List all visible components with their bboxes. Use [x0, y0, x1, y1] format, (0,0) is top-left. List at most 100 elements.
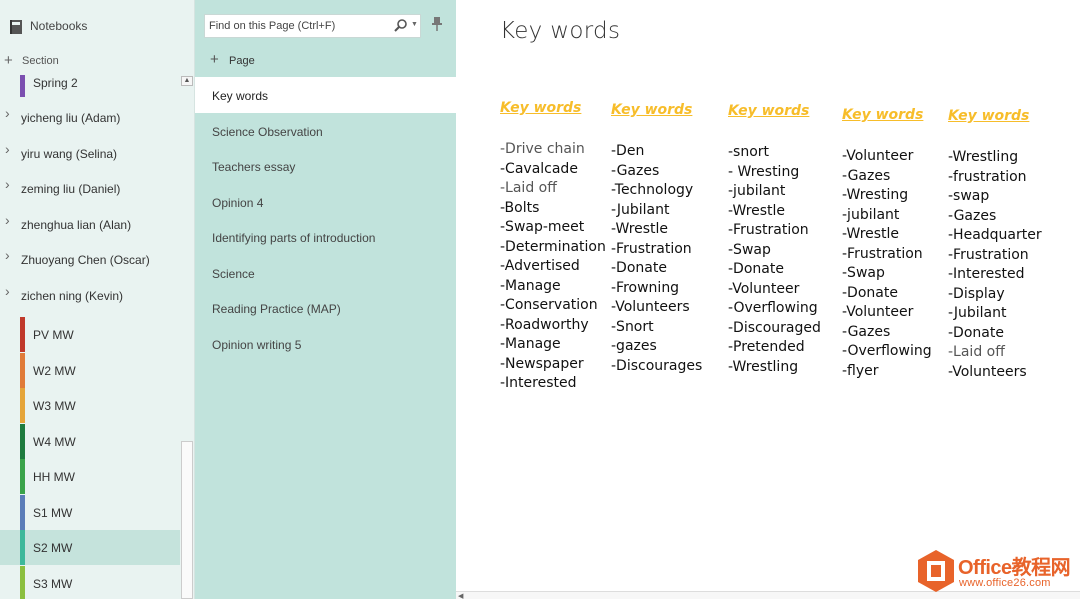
- scroll-left-arrow-icon[interactable]: ◀: [458, 592, 463, 599]
- page-item[interactable]: Identifying parts of introduction: [195, 219, 456, 255]
- chevron-right-icon[interactable]: ›: [5, 212, 10, 228]
- page-item[interactable]: Science Observation: [195, 113, 456, 149]
- chevron-right-icon[interactable]: ›: [5, 141, 10, 157]
- page-title[interactable]: Key words: [500, 18, 620, 44]
- word-item: -Interested: [500, 375, 577, 391]
- section-label: S1 MW: [33, 506, 73, 520]
- pin-icon[interactable]: [431, 16, 443, 32]
- search-input[interactable]: [209, 15, 389, 37]
- page-item-label: Opinion writing 5: [212, 337, 302, 352]
- section-color-bar: [20, 317, 25, 352]
- scroll-thumb[interactable]: [181, 441, 193, 599]
- search-icon[interactable]: [393, 18, 409, 34]
- section-tab[interactable]: W4 MW: [0, 424, 180, 459]
- word-item: -gazes: [611, 338, 657, 354]
- section-color-bar: [20, 530, 25, 565]
- word-item: -Discourages: [611, 357, 703, 374]
- key-words-column[interactable]: Key words -Volunteer -Gazes -Wresting -jubil…: [842, 107, 954, 381]
- section-label: W4 MW: [33, 435, 76, 449]
- word-item: -Overflowing: [728, 300, 818, 316]
- page-item-label: Reading Practice (MAP): [212, 302, 341, 316]
- word-item: -Conservation: [500, 297, 598, 313]
- chevron-right-icon[interactable]: ›: [5, 176, 10, 192]
- page-item[interactable]: Reading Practice (MAP): [195, 290, 456, 326]
- chevron-right-icon[interactable]: ›: [5, 283, 10, 299]
- section-label: zeming liu (Daniel): [21, 182, 121, 196]
- section-tab[interactable]: HH MW: [0, 459, 180, 494]
- section-tab[interactable]: S3 MW: [0, 566, 180, 599]
- add-page-button[interactable]: + Page: [195, 50, 456, 74]
- word-item: -Volunteers: [948, 363, 1027, 380]
- word-item: -Headquarter: [948, 227, 1042, 243]
- page-item[interactable]: Opinion writing 5: [195, 326, 456, 362]
- word-item: -Jubilant: [948, 305, 1007, 321]
- section-label: PV MW: [33, 328, 74, 342]
- page-item-label: Key words: [212, 89, 269, 103]
- section-color-bar: [20, 75, 25, 97]
- search-box[interactable]: ▼: [204, 14, 421, 38]
- key-words-heading: Key words: [611, 102, 693, 118]
- section-group[interactable]: › Zhuoyang Chen (Oscar): [0, 244, 180, 276]
- word-item: -flyer: [842, 362, 879, 379]
- word-item: -Cavalcade: [500, 160, 578, 177]
- word-item: -Frustration: [611, 240, 692, 257]
- word-item: -Discouraged: [728, 319, 821, 336]
- section-tab[interactable]: W3 MW: [0, 388, 180, 423]
- section-color-bar: [20, 388, 25, 423]
- add-section-button[interactable]: + Section: [0, 52, 180, 72]
- key-words-column[interactable]: Key words -Drive chain -Cavalcade -Laid off…: [500, 100, 612, 394]
- page-content[interactable]: Key words Key words -Drive chain -Cavalcad…: [456, 0, 1080, 599]
- word-item: -Volunteer: [842, 304, 914, 320]
- key-words-column[interactable]: Key words -Den -Gazes -Technology -Jubilant -…: [611, 102, 723, 376]
- section-tab[interactable]: S2 MW: [0, 530, 180, 565]
- word-item: -frustration: [948, 168, 1027, 185]
- section-label: zhenghua lian (Alan): [21, 218, 132, 232]
- page-item[interactable]: Opinion 4: [195, 184, 456, 220]
- section-tab[interactable]: W2 MW: [0, 353, 180, 388]
- chevron-right-icon[interactable]: ›: [5, 247, 10, 263]
- word-list: -snort - Wresting -jubilant -Wrestle -Frustr…: [728, 143, 840, 377]
- notebooks-header[interactable]: Notebooks: [0, 0, 194, 52]
- notebook-scrollbar[interactable]: ▲: [180, 75, 194, 599]
- section-tab[interactable]: S1 MW: [0, 495, 180, 530]
- scroll-up-arrow-icon[interactable]: ▲: [181, 76, 193, 86]
- page-item[interactable]: Key words: [195, 77, 456, 113]
- word-item: -Wrestle: [842, 226, 900, 242]
- word-item: -Pretended: [728, 339, 805, 355]
- section-color-bar: [20, 495, 25, 530]
- page-item-label: Opinion 4: [212, 195, 264, 210]
- word-list: -Den -Gazes -Technology -Jubilant -Wrestle -F…: [611, 142, 723, 376]
- page-item[interactable]: Teachers essay: [195, 148, 456, 184]
- word-item: -Gazes: [842, 167, 891, 184]
- section-group[interactable]: › zichen ning (Kevin): [0, 280, 180, 312]
- word-item: -Gazes: [948, 207, 997, 224]
- word-item: -Donate: [611, 260, 667, 276]
- section-group[interactable]: › yicheng liu (Adam): [0, 102, 180, 134]
- key-words-column[interactable]: Key words -snort - Wresting -jubilant -Wrest…: [728, 103, 840, 377]
- section-group[interactable]: › zhenghua lian (Alan): [0, 209, 180, 241]
- word-item: -Newspaper: [500, 355, 584, 372]
- watermark-logo: Office教程网 www.office26.com: [914, 549, 1080, 599]
- word-item: -Gazes: [611, 162, 660, 179]
- word-item: - Wresting: [728, 163, 800, 180]
- section-color-bar: [20, 353, 25, 388]
- chevron-right-icon[interactable]: ›: [5, 105, 10, 121]
- word-item: -Volunteers: [611, 299, 690, 315]
- section-group[interactable]: › zeming liu (Daniel): [0, 173, 180, 205]
- section-label: HH MW: [33, 470, 75, 484]
- section-color-bar: [20, 459, 25, 494]
- word-list: -Wrestling -frustration -swap -Gazes -Headqu…: [948, 148, 1060, 382]
- key-words-heading: Key words: [948, 108, 1030, 124]
- word-item: -Donate: [948, 324, 1004, 341]
- section-group[interactable]: › yiru wang (Selina): [0, 138, 180, 170]
- page-list-pane: ▼ + Page Key words Science Observation Tea…: [195, 0, 456, 599]
- word-item: -Frustration: [728, 222, 809, 238]
- word-item: -Wrestle: [728, 202, 786, 219]
- word-item: -jubilant: [728, 183, 786, 199]
- chevron-down-icon[interactable]: ▼: [411, 21, 418, 28]
- page-item-label: Identifying parts of introduction: [212, 231, 376, 245]
- page-item[interactable]: Science: [195, 255, 456, 291]
- section-tab[interactable]: Spring 2: [0, 72, 180, 97]
- section-tab[interactable]: PV MW: [0, 317, 180, 352]
- key-words-column[interactable]: Key words -Wrestling -frustration -swap -Gaz…: [948, 108, 1060, 382]
